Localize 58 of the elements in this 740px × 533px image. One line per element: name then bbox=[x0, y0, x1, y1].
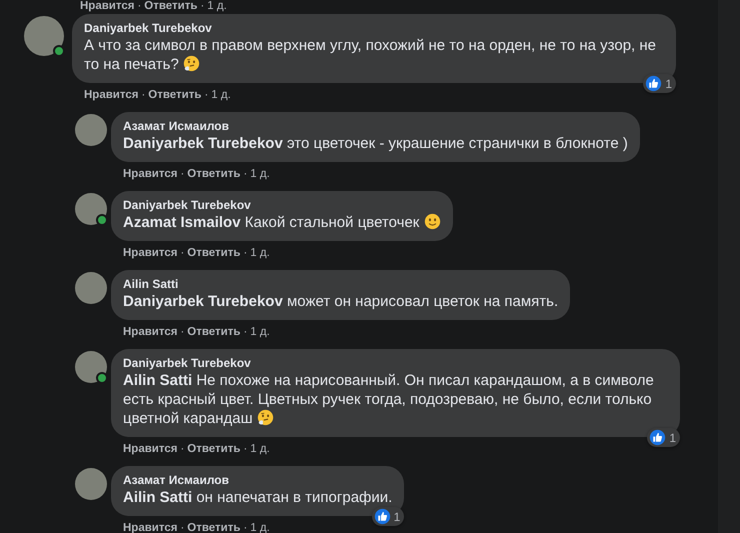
like-link[interactable]: Нравится bbox=[123, 326, 178, 339]
separator-dot: · bbox=[204, 89, 208, 102]
separator-dot: · bbox=[243, 168, 248, 181]
separator-dot: · bbox=[180, 443, 184, 456]
reply-link[interactable]: Ответить bbox=[187, 168, 240, 181]
comment-text: Daniyarbek Turebekov это цветочек - украшение странички в блокноте ) bbox=[123, 134, 628, 153]
reply-link[interactable]: Ответить bbox=[148, 89, 202, 102]
comment-text: А что за символ в правом верхнем углу, похожий не то на орден, не то на узор, не то на печать? bbox=[84, 36, 657, 74]
separator-dot: · bbox=[200, 0, 204, 13]
timestamp-link[interactable]: 1 д. bbox=[250, 522, 270, 533]
author-name-link[interactable]: Daniyarbek Turebekov bbox=[123, 356, 668, 371]
author-name-link[interactable]: Daniyarbek Turebekov bbox=[123, 198, 441, 213]
comment-text: Azamat Ismailov Какой стальной цветочек bbox=[123, 213, 441, 232]
separator-dot: · bbox=[243, 522, 248, 533]
like-link[interactable]: Нравится bbox=[123, 247, 178, 260]
reply-link[interactable]: Ответить bbox=[144, 0, 198, 13]
timestamp-link[interactable]: 1 д. bbox=[211, 89, 231, 102]
separator-dot: · bbox=[243, 443, 248, 456]
like-link[interactable]: Нравится bbox=[80, 0, 134, 13]
avatar-photo[interactable] bbox=[75, 193, 107, 225]
separator-dot: · bbox=[243, 326, 248, 339]
reaction-count-badge[interactable]: 1 bbox=[647, 428, 680, 447]
separator-dot: · bbox=[180, 168, 184, 181]
reaction-count-badge[interactable]: 1 bbox=[372, 507, 404, 526]
reply-link[interactable]: Ответить bbox=[187, 247, 240, 260]
timestamp-link[interactable]: 1 д. bbox=[207, 0, 227, 13]
reaction-count-badge[interactable]: 1 bbox=[643, 74, 676, 93]
avatar-photo[interactable] bbox=[75, 351, 107, 383]
avatar-photo[interactable] bbox=[75, 114, 107, 146]
separator-dot: · bbox=[243, 247, 248, 260]
thumbs-up-icon bbox=[649, 429, 666, 446]
separator-dot: · bbox=[137, 0, 142, 13]
reply-link[interactable]: Ответить bbox=[187, 443, 240, 456]
reply-link[interactable]: Ответить bbox=[187, 522, 240, 533]
like-link[interactable]: Нравится bbox=[84, 89, 138, 102]
timestamp-link[interactable]: 1 д. bbox=[250, 443, 270, 456]
avatar-photo[interactable] bbox=[24, 16, 64, 56]
author-name-link[interactable]: Daniyarbek Turebekov bbox=[84, 21, 664, 36]
separator-dot: · bbox=[180, 522, 184, 533]
separator-dot: · bbox=[141, 89, 146, 102]
author-name-link[interactable]: Ailin Satti bbox=[123, 277, 558, 292]
comment-text: Ailin Satti он напечатан в типографии. bbox=[123, 488, 392, 507]
like-link[interactable]: Нравится bbox=[123, 443, 178, 456]
avatar-photo[interactable] bbox=[75, 468, 107, 500]
timestamp-link[interactable]: 1 д. bbox=[250, 247, 270, 260]
timestamp-link[interactable]: 1 д. bbox=[250, 326, 270, 339]
reply-link[interactable]: Ответить bbox=[187, 326, 240, 339]
author-name-link[interactable]: Азамат Исмаилов bbox=[123, 473, 392, 488]
timestamp-link[interactable]: 1 д. bbox=[250, 168, 270, 181]
separator-dot: · bbox=[180, 247, 184, 260]
separator-dot: · bbox=[180, 326, 184, 339]
thumbs-up-icon bbox=[645, 75, 662, 92]
comment-text: Daniyarbek Turebekov может он нарисовал цветок на память. bbox=[123, 292, 558, 311]
like-link[interactable]: Нравится bbox=[123, 168, 178, 181]
author-name-link[interactable]: Азамат Исмаилов bbox=[123, 119, 628, 134]
avatar-photo[interactable] bbox=[75, 272, 107, 304]
comment-text: Ailin Satti Не похоже на нарисованный. Он писал карандашом, а в символе есть красный цвет. Цветных ручек тогда, подозреваю, не было, если только цветной карандаш bbox=[123, 371, 655, 428]
thumbs-up-icon bbox=[374, 508, 391, 525]
